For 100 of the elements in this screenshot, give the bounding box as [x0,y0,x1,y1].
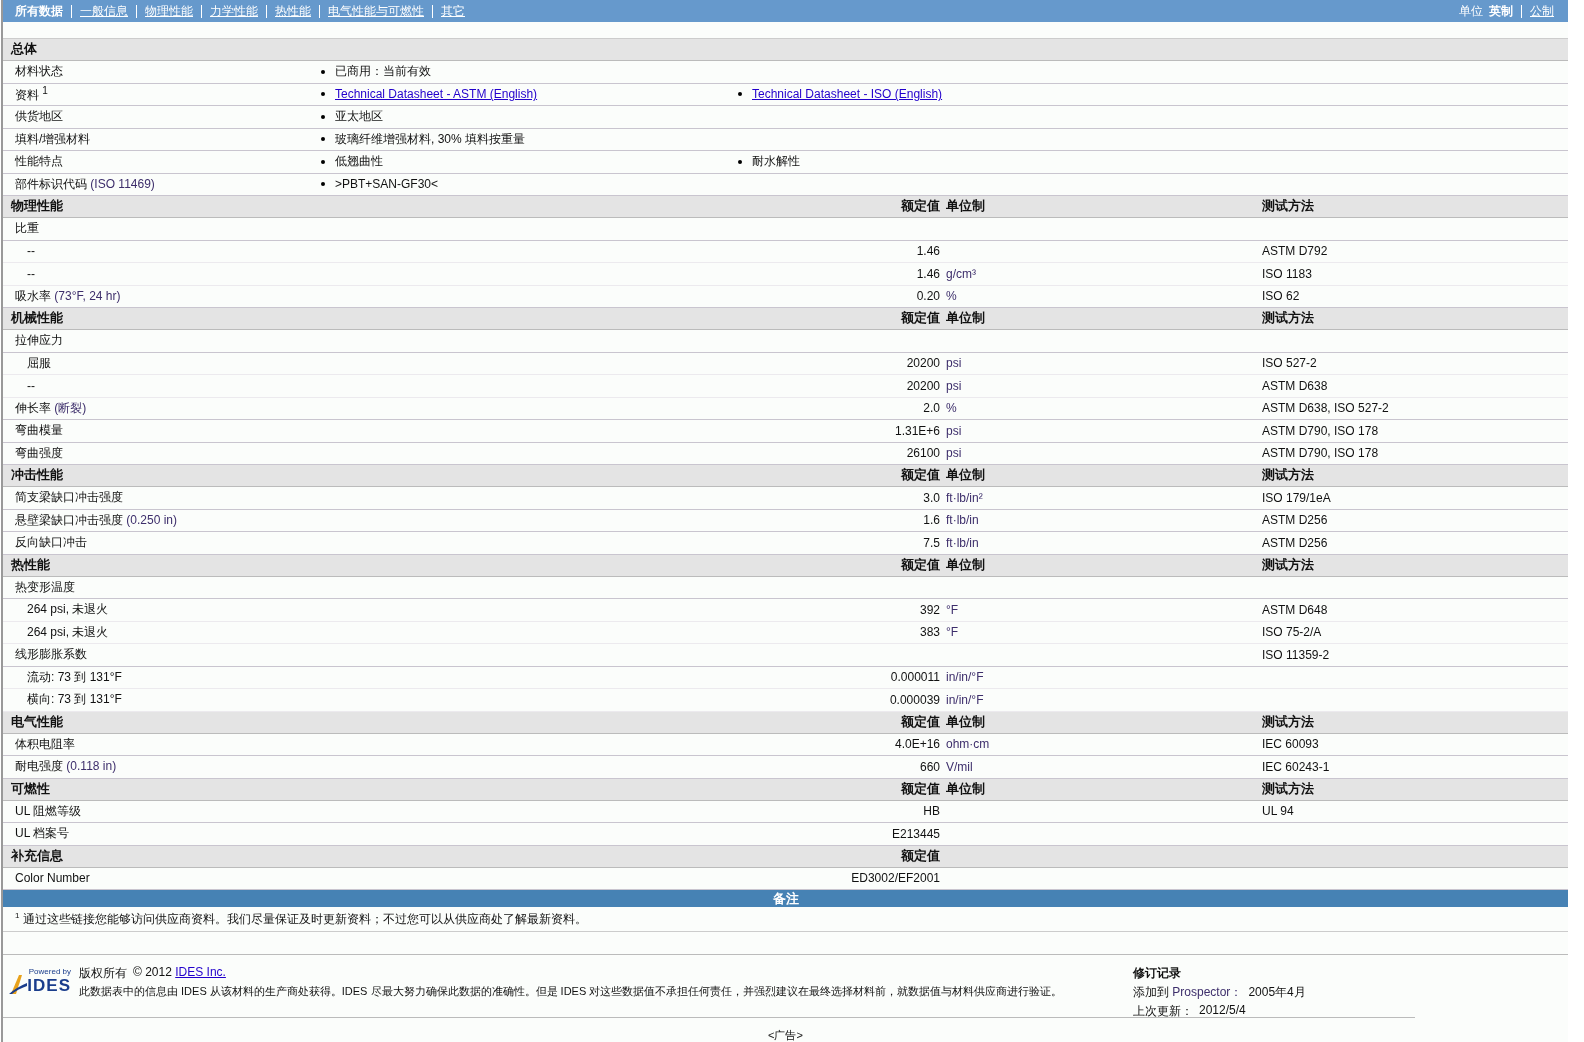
unit-text: V/mil [945,759,973,774]
column-header: 单位制 [945,467,985,484]
column-header: 测试方法 [1261,310,1314,327]
property-label: 横向: 73 到 131°F [26,691,122,709]
property-label: -- [26,378,35,393]
nav-tab[interactable]: 所有数据 [15,4,71,18]
unit-text: ft·lb/in [945,513,979,528]
disclaimer-text: 此数据表中的信息由 IDES 从该材料的生产商处获得。IDES 尽最大努力确保此数据的准确性。但是 IDES 对这些数据值不承担任何责任，并强烈建议在最终选择材料前，就数据值与材料供应商进行验证。 [79,984,1063,999]
unit-text: ft·lb/in [945,535,979,550]
property-value: 已商用：当前有效 [335,63,431,81]
test-method: ASTM D648 [1261,602,1328,617]
property-value: 玻璃纤维增强材料, 30% 填料按重量 [335,130,526,148]
property-value: >PBT+SAN-GF30< [335,177,439,192]
property-label: 资料 $^{1}$ [14,84,48,104]
unit-text: g/cm³ [945,266,976,281]
datasheet-link[interactable]: Technical Datasheet - ISO (English) [752,87,943,102]
property-label: 比重 [14,220,39,238]
bullet-icon [321,182,325,187]
unit-text: in/in/°F [945,670,984,685]
property-label: 流动: 73 到 131°F [26,668,122,686]
section-title: 补充信息 [10,847,63,865]
property-value: 392 [919,602,940,617]
property-value: HB [923,804,940,819]
unit-text: °F [945,625,959,640]
nav-tab[interactable]: 其它 [432,4,473,18]
property-label: 反向缺口冲击 [14,534,87,552]
column-header: 测试方法 [1261,198,1314,215]
unit-toggle[interactable]: 公制 [1521,4,1562,18]
column-header: 额定值 [901,467,940,484]
nav-tab[interactable]: 力学性能 [201,4,266,18]
property-label: 线形膨胀系数 [14,646,87,664]
nav-tab[interactable]: 热性能 [266,4,319,18]
section-title: 机械性能 [9,310,63,327]
property-label: -- [26,266,35,281]
unit-text: psi [945,356,962,371]
property-label: 伸长率 (断裂) [14,399,87,417]
property-label: UL 阻燃等级 [14,802,82,820]
unit-text: psi [945,423,962,438]
unit-text: psi [945,446,962,461]
test-method: IEC 60243-1 [1261,759,1330,774]
property-label: 吸水率 (73°F, 24 hr) [14,287,121,305]
property-label: Color Number [14,871,90,886]
property-label: 悬壁梁缺口冲击强度 (0.250 in) [14,511,178,529]
section-title: 总体 [9,41,37,58]
column-header: 额定值 [901,556,940,574]
nav-tab[interactable]: 物理性能 [136,4,201,18]
property-value: 1.46 [916,266,940,281]
company-link[interactable]: IDES Inc. [175,965,226,979]
property-label: 弯曲模量 [14,422,63,440]
ad-label: <广告> [767,1028,804,1042]
bullet-icon [321,137,325,142]
column-header: 单位制 [945,198,985,215]
column-header: 测试方法 [1261,467,1314,484]
unit-text: °F [945,602,959,617]
column-header: 额定值 [901,198,940,215]
test-method: ISO 179/1eA [1261,490,1331,505]
unit-text: ohm·cm [945,737,990,752]
column-header: 单位制 [945,310,985,327]
test-method: UL 94 [1261,804,1294,819]
property-value: 660 [919,759,940,774]
bullet-icon [738,92,742,97]
property-value: 4.0E+16 [894,737,940,752]
column-header: 单位制 [945,713,985,731]
property-label: 弯曲强度 [14,444,63,462]
copyright-year: © 2012 IDES Inc. [133,965,226,981]
unit-toggle[interactable]: 英制 [1489,4,1521,18]
property-value: 耐水解性 [752,153,800,171]
property-value: 26100 [906,446,940,461]
property-value: 低翘曲性 [335,153,383,171]
property-value: 0.000011 [890,670,940,685]
property-label: 材料状态 [14,63,63,81]
section-title: 可燃性 [10,780,50,798]
test-method: ASTM D790, ISO 178 [1261,446,1379,461]
nav-tab[interactable]: 电气性能与可燃性 [319,4,432,18]
nav-tab[interactable]: 一般信息 [71,4,136,18]
unit-text: % [945,401,957,416]
unit-text: psi [945,378,962,393]
datasheet-link[interactable]: Technical Datasheet - ASTM (English) [335,87,538,102]
unit-text: in/in/°F [945,692,984,707]
property-value: 0.000039 [889,692,940,707]
remarks-bar: 备注 [3,890,1568,907]
footnote-text: $^{1}$ 通过这些链接您能够访问供应商资料。我们尽量保证及时更新资料；不过您可以从供应商处了解最新资料。 [15,910,587,928]
revision-title: 修订记录 [1133,965,1182,982]
property-label: -- [26,244,35,259]
test-method: ASTM D638 [1261,378,1328,393]
section-title: 冲击性能 [10,467,63,484]
test-method: ISO 62 [1261,289,1300,304]
test-method: ISO 1183 [1261,266,1312,281]
property-value: 2.0 [923,401,940,416]
property-value: 7.5 [923,535,940,550]
property-label: UL 档案号 [14,825,70,843]
column-header: 额定值 [901,780,940,798]
bullet-icon [321,92,325,97]
units-label: 单位 [1459,2,1483,20]
property-value: 20200 [906,378,940,393]
test-method: ISO 527-2 [1261,356,1317,371]
property-value: E213445 [891,826,940,841]
property-value: ED3002/EF2001 [851,871,940,886]
column-header: 单位制 [945,780,985,798]
test-method: ASTM D256 [1261,535,1328,550]
